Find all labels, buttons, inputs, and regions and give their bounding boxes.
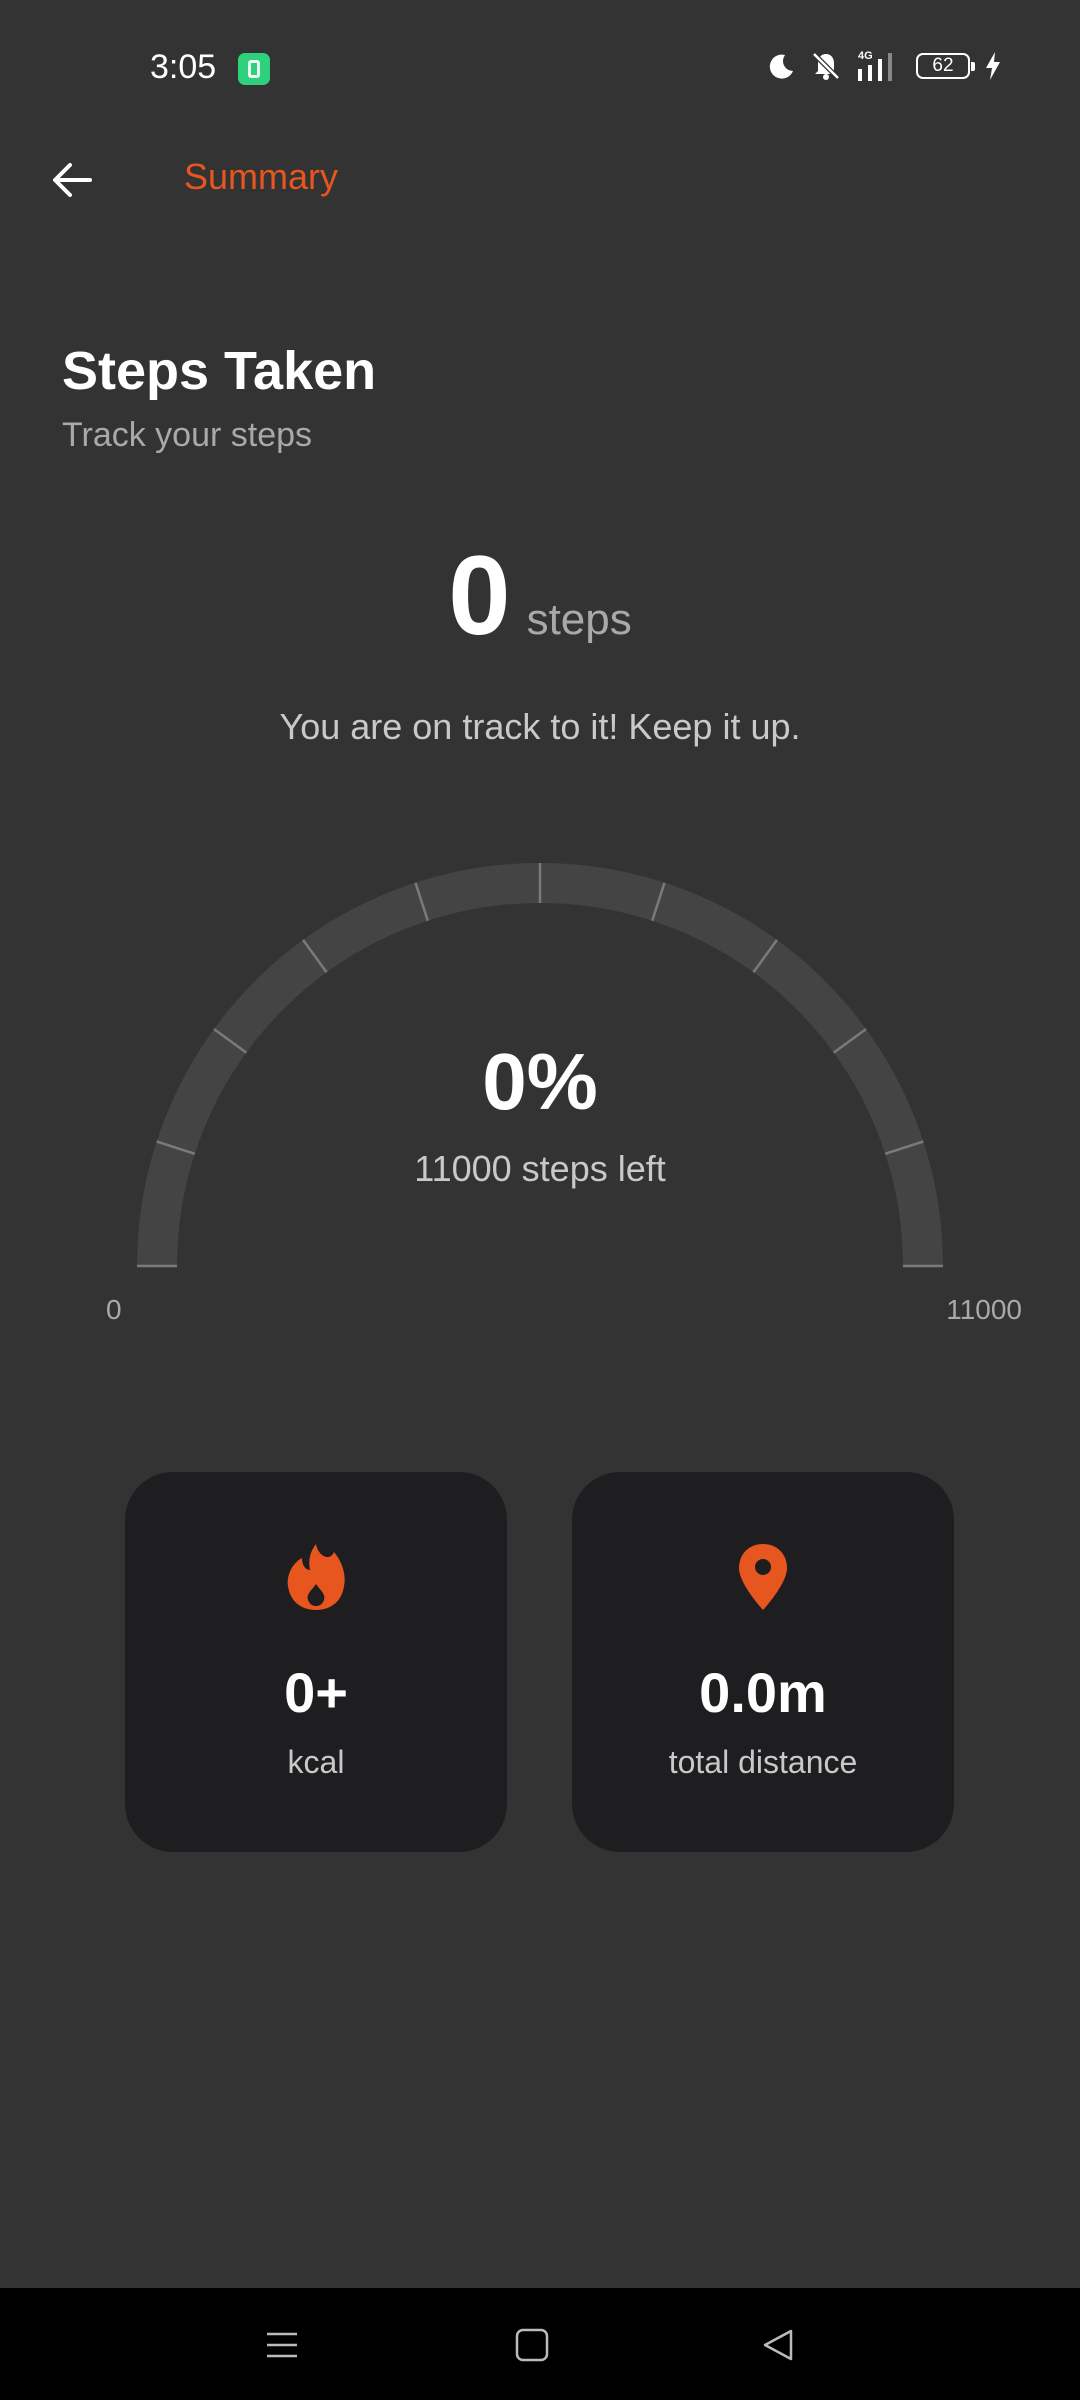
app-notification-icon (238, 53, 270, 85)
battery-level: 62 (932, 55, 954, 76)
status-icons: 4G 62 (766, 46, 1002, 86)
gauge-max-label: 11000 (946, 1294, 1022, 1325)
menu-icon (267, 2332, 297, 2358)
battery-icon: 62 (916, 53, 975, 79)
back-button[interactable] (40, 148, 104, 212)
moon-icon (766, 51, 796, 81)
steps-remaining: 11000 steps left (414, 1148, 666, 1189)
status-bar: 3:05 4G 62 (0, 0, 1080, 136)
app-bar-title: Summary (184, 156, 339, 197)
status-time: 3:05 (150, 48, 217, 86)
arrow-left-icon (53, 163, 92, 197)
location-pin-icon (739, 1544, 787, 1610)
distance-label: total distance (668, 1744, 858, 1780)
svg-text:4G: 4G (858, 50, 873, 62)
system-nav-bar (0, 2288, 1080, 2400)
gauge-min-label: 0 (106, 1294, 122, 1325)
gauge-percent: 0% (482, 1037, 598, 1126)
step-count-unit: steps (526, 595, 632, 644)
step-count: 0 steps (0, 540, 1080, 652)
kcal-label: kcal (287, 1744, 345, 1780)
back-triangle-icon (763, 2329, 793, 2361)
home-button[interactable] (502, 2318, 562, 2372)
distance-card: 0.0m total distance (572, 1472, 954, 1852)
steps-screen: 3:05 4G 62 Summary Steps Taken Track you… (0, 0, 1080, 2400)
kcal-value: 0+ (284, 1661, 348, 1724)
page-title: Steps Taken (62, 341, 377, 401)
recent-apps-button[interactable] (252, 2318, 312, 2372)
signal-4g-icon: 4G (856, 49, 902, 83)
motivation-message: You are on track to it! Keep it up. (279, 706, 801, 747)
fire-icon (287, 1544, 345, 1610)
kcal-card: 0+ kcal (125, 1472, 507, 1852)
page-subtitle: Track your steps (62, 416, 313, 454)
charging-icon (984, 51, 1002, 81)
system-back-button[interactable] (748, 2318, 808, 2372)
step-count-value: 0 (448, 533, 511, 658)
bell-off-icon (810, 50, 842, 82)
distance-value: 0.0m (699, 1661, 827, 1724)
home-icon (515, 2328, 549, 2362)
